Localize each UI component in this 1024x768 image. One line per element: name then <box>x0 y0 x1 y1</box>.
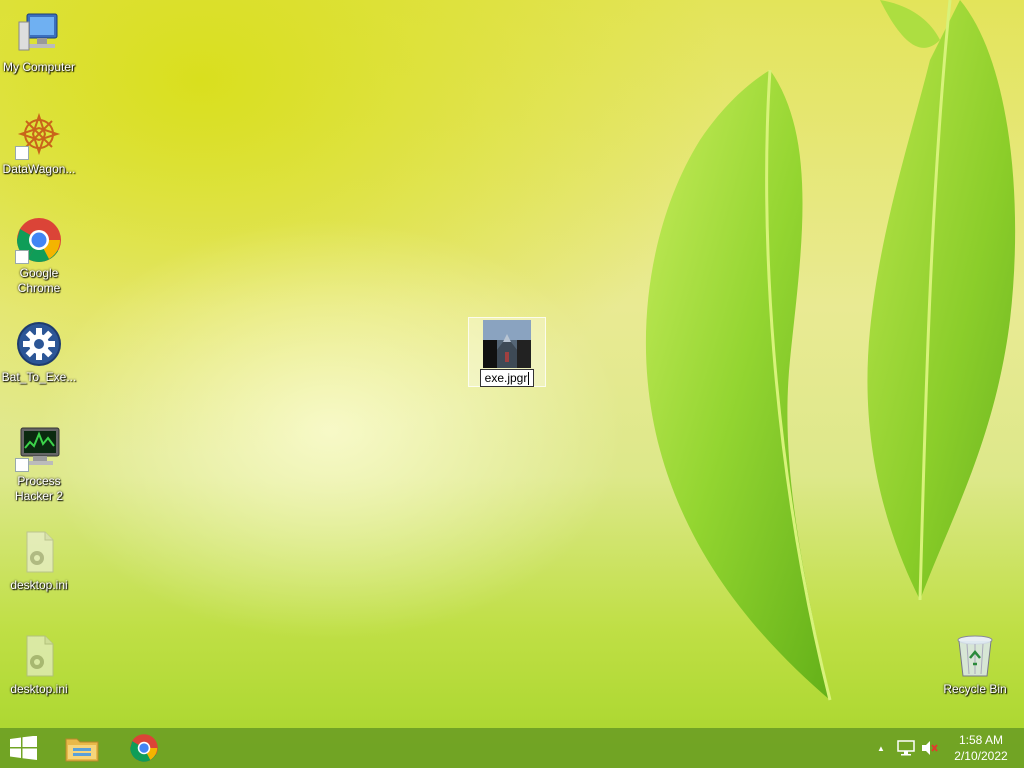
chrome-icon <box>15 216 63 264</box>
desktop-icon-label: Bat_To_Exe... <box>1 370 77 384</box>
desktop-icon-desktop-ini[interactable]: desktop.ini <box>1 528 77 593</box>
volume-muted-icon <box>922 741 938 755</box>
gear-icon <box>15 320 63 368</box>
recycle-bin-icon <box>951 632 999 680</box>
chevron-up-icon: ▲ <box>877 743 885 753</box>
tray-overflow-button[interactable]: ▲ <box>872 728 890 768</box>
clock-time: 1:58 AM <box>958 733 1004 747</box>
windows-start-icon <box>10 736 37 760</box>
computer-icon <box>15 10 63 58</box>
taskbar-clock[interactable]: 1:58 AM 2/10/2022 <box>948 732 1014 764</box>
start-button[interactable] <box>0 728 48 768</box>
taskbar-google-chrome[interactable] <box>116 728 172 768</box>
text-caret <box>528 372 530 386</box>
chrome-icon <box>130 734 158 762</box>
taskbar-file-explorer[interactable] <box>54 728 110 768</box>
image-thumbnail-icon <box>483 320 531 368</box>
desktop[interactable]: My Computer DataWagon... Google Chrome B… <box>0 0 1024 728</box>
desktop-icon-label: Process Hacker 2 <box>14 474 64 503</box>
rename-input[interactable]: exe.jpgr <box>480 369 534 387</box>
desktop-icon-datawagon[interactable]: DataWagon... <box>1 112 77 177</box>
desktop-icon-desktop-ini[interactable]: desktop.ini <box>1 632 77 697</box>
desktop-icon-label: DataWagon... <box>2 162 76 176</box>
datawagon-icon <box>15 112 63 160</box>
desktop-icon-google-chrome[interactable]: Google Chrome <box>1 216 77 296</box>
ini-file-icon <box>15 528 63 576</box>
desktop-icon-label: desktop.ini <box>10 682 68 696</box>
desktop-icon-label: desktop.ini <box>10 578 68 592</box>
taskbar: ▲ 1:58 AM 2/10/2022 <box>0 728 1024 768</box>
rename-value: exe.jpgr <box>484 371 528 385</box>
desktop-icon-label: Google Chrome <box>17 266 61 295</box>
desktop-icon-label: Recycle Bin <box>943 682 1007 696</box>
desktop-icon-my-computer[interactable]: My Computer <box>1 10 77 75</box>
desktop-icon-recycle-bin[interactable]: Recycle Bin <box>937 632 1013 697</box>
ini-file-icon <box>15 632 63 680</box>
tray-volume[interactable] <box>918 728 942 768</box>
shortcut-arrow-icon <box>15 146 29 160</box>
tray-network[interactable] <box>894 728 918 768</box>
process-hacker-icon <box>15 424 63 472</box>
shortcut-arrow-icon <box>15 458 29 472</box>
desktop-icon-bat-to-exe[interactable]: Bat_To_Exe... <box>1 320 77 385</box>
desktop-icon-process-hacker[interactable]: Process Hacker 2 <box>1 424 77 504</box>
folder-icon <box>65 738 99 762</box>
clock-date: 2/10/2022 <box>954 749 1008 763</box>
shortcut-arrow-icon <box>15 250 29 264</box>
desktop-icon-label: My Computer <box>2 60 76 74</box>
network-icon <box>897 740 915 756</box>
